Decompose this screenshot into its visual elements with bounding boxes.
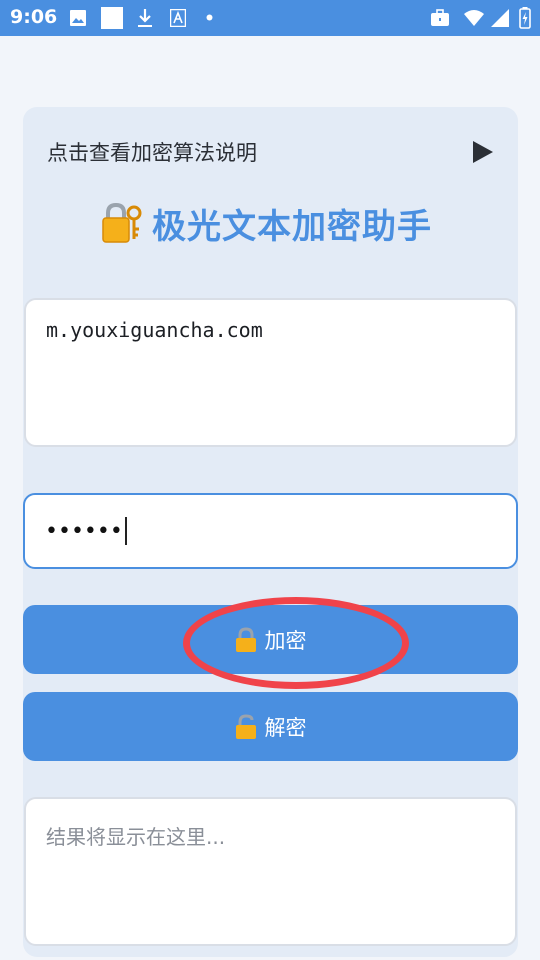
highlight-annotation [183,597,409,689]
algorithm-info-toggle[interactable]: 点击查看加密算法说明 [47,134,497,170]
square-icon [101,7,123,29]
decrypt-button-label: 解密 [264,715,307,740]
download-icon [137,8,153,28]
plaintext-input[interactable]: m.youxiguancha.com [24,298,517,447]
play-triangle-icon [472,140,494,164]
app-title-text: 极光文本加密助手 [152,206,432,247]
password-field[interactable]: •••••• [23,493,518,569]
algorithm-info-label: 点击查看加密算法说明 [47,141,257,165]
decrypt-button[interactable]: 解密 [23,692,518,761]
wifi-icon [463,9,485,27]
unlock-icon [235,713,257,740]
status-bar: 9:06 [0,0,540,36]
app-title: 极光文本加密助手 [100,197,520,249]
lock-with-key-icon [100,201,144,245]
image-icon [69,9,87,27]
signal-icon [490,8,510,28]
text-a-icon [170,9,186,27]
result-output[interactable]: 结果将显示在这里... [24,797,517,946]
password-value: •••••• [45,518,123,544]
battery-charging-icon [519,7,531,29]
briefcase-icon [430,9,450,27]
status-time: 9:06 [10,6,58,28]
dot-icon [206,14,213,21]
text-caret [124,517,127,545]
